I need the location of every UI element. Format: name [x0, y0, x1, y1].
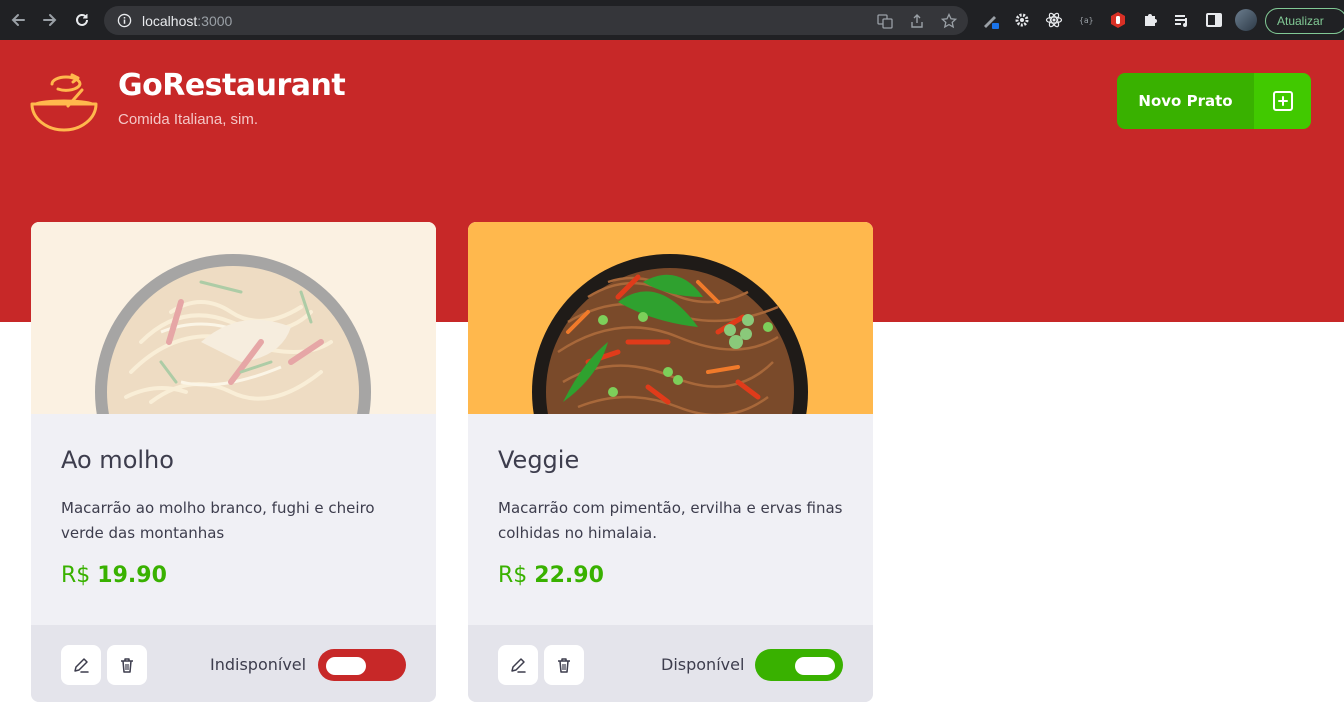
food-details: Ao molho Macarrão ao molho branco, fughi…: [31, 414, 436, 625]
availability-label: Indisponível: [210, 655, 307, 674]
food-description: Macarrão ao molho branco, fughi e cheiro…: [61, 499, 375, 542]
stop-hand-extension-icon[interactable]: [1106, 8, 1130, 32]
reload-icon[interactable]: [66, 4, 98, 36]
availability-label: Disponível: [661, 655, 745, 674]
unavailable-overlay: [31, 222, 436, 414]
gear-extension-icon[interactable]: [1010, 8, 1034, 32]
address-bar[interactable]: localhost:3000: [104, 6, 968, 35]
toggle-knob: [795, 657, 835, 675]
pencil-icon: [511, 658, 526, 673]
share-icon[interactable]: [906, 12, 928, 30]
media-queue-icon[interactable]: [1170, 8, 1194, 32]
price-currency: R$: [498, 563, 528, 588]
food-price: R$ 19.90: [61, 563, 167, 588]
edit-food-button[interactable]: [498, 645, 538, 685]
pen-extension-icon[interactable]: [978, 8, 1002, 32]
browser-toolbar: localhost:3000 {a} Atualizar: [0, 0, 1344, 40]
new-dish-label: Novo Prato: [1117, 73, 1254, 129]
food-actions: Indisponível: [31, 625, 436, 702]
availability-toggle[interactable]: [755, 649, 843, 681]
url-port: :3000: [197, 12, 233, 29]
back-arrow-icon[interactable]: [2, 4, 34, 36]
price-value: 19.90: [97, 563, 167, 588]
trash-icon: [121, 658, 133, 673]
delete-food-button[interactable]: [107, 645, 147, 685]
bowl-logo-icon: [30, 70, 100, 138]
noodle-bowl-icon: [532, 254, 808, 414]
price-currency: R$: [61, 563, 91, 588]
food-name: Ao molho: [61, 446, 174, 474]
brand-name: GoRestaurant: [118, 68, 346, 103]
food-name: Veggie: [498, 446, 580, 474]
url-text: localhost:3000: [142, 13, 232, 29]
side-panel-icon[interactable]: [1202, 8, 1226, 32]
update-browser-button[interactable]: Atualizar: [1265, 8, 1344, 34]
food-price: R$ 22.90: [498, 563, 604, 588]
food-image: [468, 222, 873, 414]
json-extension-icon[interactable]: {a}: [1074, 8, 1098, 32]
translate-icon[interactable]: [874, 12, 896, 30]
price-value: 22.90: [534, 563, 604, 588]
plus-square-icon: [1254, 73, 1311, 129]
food-card: Ao molho Macarrão ao molho branco, fughi…: [31, 222, 436, 702]
availability-toggle[interactable]: [318, 649, 406, 681]
react-devtools-icon[interactable]: [1042, 8, 1066, 32]
svg-text:{a}: {a}: [1079, 16, 1093, 25]
puzzle-extensions-icon[interactable]: [1138, 8, 1162, 32]
profile-avatar[interactable]: [1234, 8, 1258, 32]
trash-icon: [558, 658, 570, 673]
toggle-knob: [326, 657, 366, 675]
url-host: localhost: [142, 12, 198, 29]
forward-arrow-icon[interactable]: [34, 4, 66, 36]
edit-food-button[interactable]: [61, 645, 101, 685]
food-details: Veggie Macarrão com pimentão, ervilha e …: [468, 414, 873, 625]
site-info-icon[interactable]: [116, 13, 132, 29]
new-dish-button[interactable]: Novo Prato: [1117, 73, 1311, 129]
extensions-bar: {a}: [978, 8, 1258, 32]
food-description: Macarrão com pimentão, ervilha e ervas f…: [498, 499, 843, 542]
food-image: [31, 222, 436, 414]
brand-tagline: Comida Italiana, sim.: [118, 111, 259, 128]
bookmark-star-icon[interactable]: [938, 12, 960, 30]
delete-food-button[interactable]: [544, 645, 584, 685]
pencil-icon: [74, 658, 89, 673]
food-card: Veggie Macarrão com pimentão, ervilha e …: [468, 222, 873, 702]
food-actions: Disponível: [468, 625, 873, 702]
